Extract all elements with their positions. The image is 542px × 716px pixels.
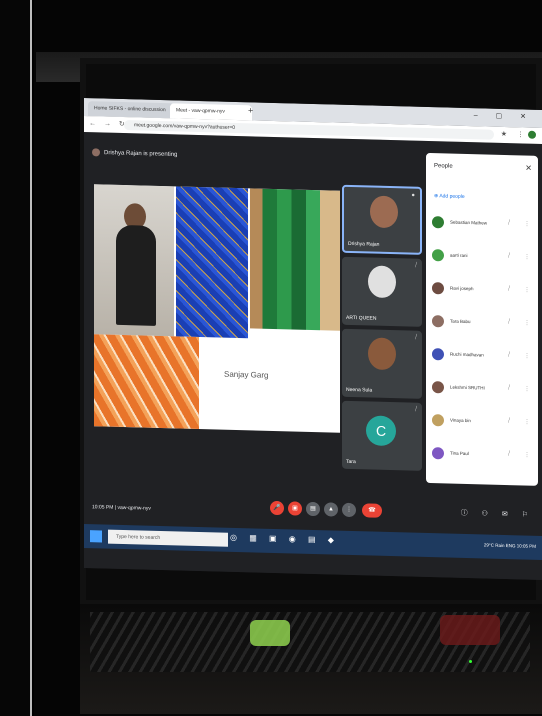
more-icon[interactable]: ⋮ <box>524 419 530 426</box>
taskbar-app-icons[interactable]: ◎ ▦ ▣ ◉ ▤ ◆ <box>230 533 339 545</box>
participant-avatar <box>432 447 444 460</box>
mic-off-icon: ⧸ <box>508 451 511 458</box>
participant-row[interactable]: Vinaya bin ⧸ ⋮ <box>432 411 532 434</box>
camera-toggle-button[interactable]: ▣ <box>288 501 302 516</box>
people-panel: People ✕ ⊕ Add people Sebastian Mathew ⧸ ⋮… <box>426 152 538 486</box>
mic-off-icon: ⧸ <box>508 286 511 293</box>
system-tray[interactable]: 29°C Rain ENG 10:05 PM <box>484 542 536 548</box>
participant-avatar <box>432 414 444 427</box>
tile-name: Neena Sula <box>346 386 373 394</box>
mic-off-icon: ⧸ <box>508 352 511 359</box>
windows-start-icon[interactable] <box>90 530 102 543</box>
people-title: People <box>434 163 453 170</box>
more-icon[interactable]: ⋮ <box>524 221 530 228</box>
slide-photo-blue-fabric <box>176 186 248 339</box>
mic-off-icon: ⧸ <box>414 406 417 413</box>
participant-name: Ravi joseph <box>450 285 474 292</box>
participant-row[interactable]: Tina Paul ⧸ ⋮ <box>432 444 532 467</box>
profile-avatar[interactable] <box>528 130 536 139</box>
meet-area: Drishya Rajan is presenting Sanjay Garg … <box>84 132 542 580</box>
participant-name: Ruchi madhavan <box>450 351 484 358</box>
more-icon[interactable]: ⋮ <box>524 254 530 261</box>
slide-photo-clothes-rack <box>250 188 340 331</box>
left-frame-edge <box>0 0 32 716</box>
participant-avatar <box>432 315 444 328</box>
bottom-right-icons[interactable]: ⓘ ⚇ ✉ ⚐ <box>461 508 534 520</box>
video-tile-2[interactable]: ⧸ ARTI QUEEN <box>342 256 422 327</box>
participant-row[interactable]: aarti rani ⧸ ⋮ <box>432 246 532 269</box>
presenter-avatar <box>92 148 100 157</box>
participant-name: aarti rani <box>450 252 468 259</box>
red-object <box>440 615 500 645</box>
participant-row[interactable]: Sebastian Mathew ⧸ ⋮ <box>432 213 532 236</box>
meeting-info: 10:05 PM | vaw-qpmw-nyv <box>92 504 151 512</box>
more-icon[interactable]: ⋮ <box>524 386 530 393</box>
more-options-button[interactable]: ⋮ <box>342 502 356 518</box>
participant-face <box>368 337 396 371</box>
mic-off-icon: ⧸ <box>414 334 417 341</box>
windows-taskbar: Type here to search ◎ ▦ ▣ ◉ ▤ ◆ 29°C Rai… <box>84 524 542 560</box>
mic-off-icon: ⧸ <box>508 418 511 425</box>
present-button[interactable]: ▲ <box>324 502 338 517</box>
participant-avatar <box>432 381 444 394</box>
mic-off-icon: ⧸ <box>508 220 511 227</box>
slide-photo-orange-textile <box>94 334 199 430</box>
participant-face <box>368 265 396 299</box>
video-tile-1[interactable]: ● Drishya Rajan <box>342 184 422 255</box>
participant-name: Sebastian Mathew <box>450 219 488 226</box>
mic-off-icon: ⧸ <box>508 253 511 260</box>
mic-off-icon: ⧸ <box>508 385 511 392</box>
participant-name: Lekshmi SRUTHI <box>450 384 485 391</box>
participant-avatar <box>432 348 444 361</box>
add-people-label: Add people <box>439 193 465 200</box>
participant-name: Vinaya bin <box>450 417 471 424</box>
end-call-button[interactable]: ☎ <box>362 503 382 518</box>
close-icon[interactable]: ✕ <box>525 164 532 173</box>
participant-avatar <box>432 282 444 295</box>
presenter-banner: Drishya Rajan is presenting <box>92 148 177 158</box>
participant-row[interactable]: Tara Babu ⧸ ⋮ <box>432 312 532 335</box>
more-icon[interactable]: ⋮ <box>524 320 530 327</box>
slide-caption: Sanjay Garg <box>224 369 269 380</box>
more-icon[interactable]: ⋮ <box>524 353 530 360</box>
participant-row[interactable]: Ruchi madhavan ⧸ ⋮ <box>432 345 532 368</box>
tile-name: Drishya Rajan <box>348 240 380 248</box>
participant-name: Tara Babu <box>450 318 471 325</box>
green-object <box>250 620 290 646</box>
mic-icon: ● <box>411 192 415 199</box>
participant-list: Sebastian Mathew ⧸ ⋮ aarti rani ⧸ ⋮ Ravi josep… <box>426 153 538 460</box>
more-icon[interactable]: ⋮ <box>524 452 530 459</box>
video-tile-4[interactable]: C ⧸ Tara <box>342 400 422 471</box>
browser-extension-icons[interactable]: ★ ⋮ <box>501 130 536 139</box>
nav-icons[interactable]: ← → ↻ <box>89 119 128 128</box>
initial-avatar: C <box>366 415 396 447</box>
add-people-button[interactable]: ⊕ Add people <box>434 193 465 200</box>
participant-row[interactable]: Lekshmi SRUTHI ⧸ ⋮ <box>432 378 532 401</box>
participant-name: Tina Paul <box>450 450 469 457</box>
video-tile-3[interactable]: ⧸ Neena Sula <box>342 328 422 399</box>
presenter-text: Drishya Rajan is presenting <box>104 150 178 159</box>
participant-row[interactable]: Ravi joseph ⧸ ⋮ <box>432 279 532 302</box>
new-tab-icon[interactable]: + <box>248 105 253 115</box>
shared-slide: Sanjay Garg <box>94 184 340 433</box>
tile-name: ARTI QUEEN <box>346 314 377 322</box>
mic-off-icon: ⧸ <box>508 319 511 326</box>
captions-button[interactable]: ▤ <box>306 501 320 517</box>
more-icon[interactable]: ⋮ <box>524 287 530 294</box>
participant-avatar <box>432 216 444 229</box>
slide-photo-person <box>94 184 174 337</box>
monitor-screen: Home SIFKS - online discussion Meet - va… <box>84 98 542 580</box>
participant-face <box>370 195 398 229</box>
mic-toggle-button[interactable]: 🎤 <box>270 500 284 516</box>
power-led <box>469 660 472 663</box>
window-controls[interactable]: – ▢ ✕ <box>474 111 534 121</box>
person-body <box>116 224 156 326</box>
tile-name: Tara <box>346 458 356 466</box>
participant-avatar <box>432 249 444 262</box>
taskbar-search[interactable]: Type here to search <box>108 529 228 547</box>
mic-off-icon: ⧸ <box>414 262 417 269</box>
